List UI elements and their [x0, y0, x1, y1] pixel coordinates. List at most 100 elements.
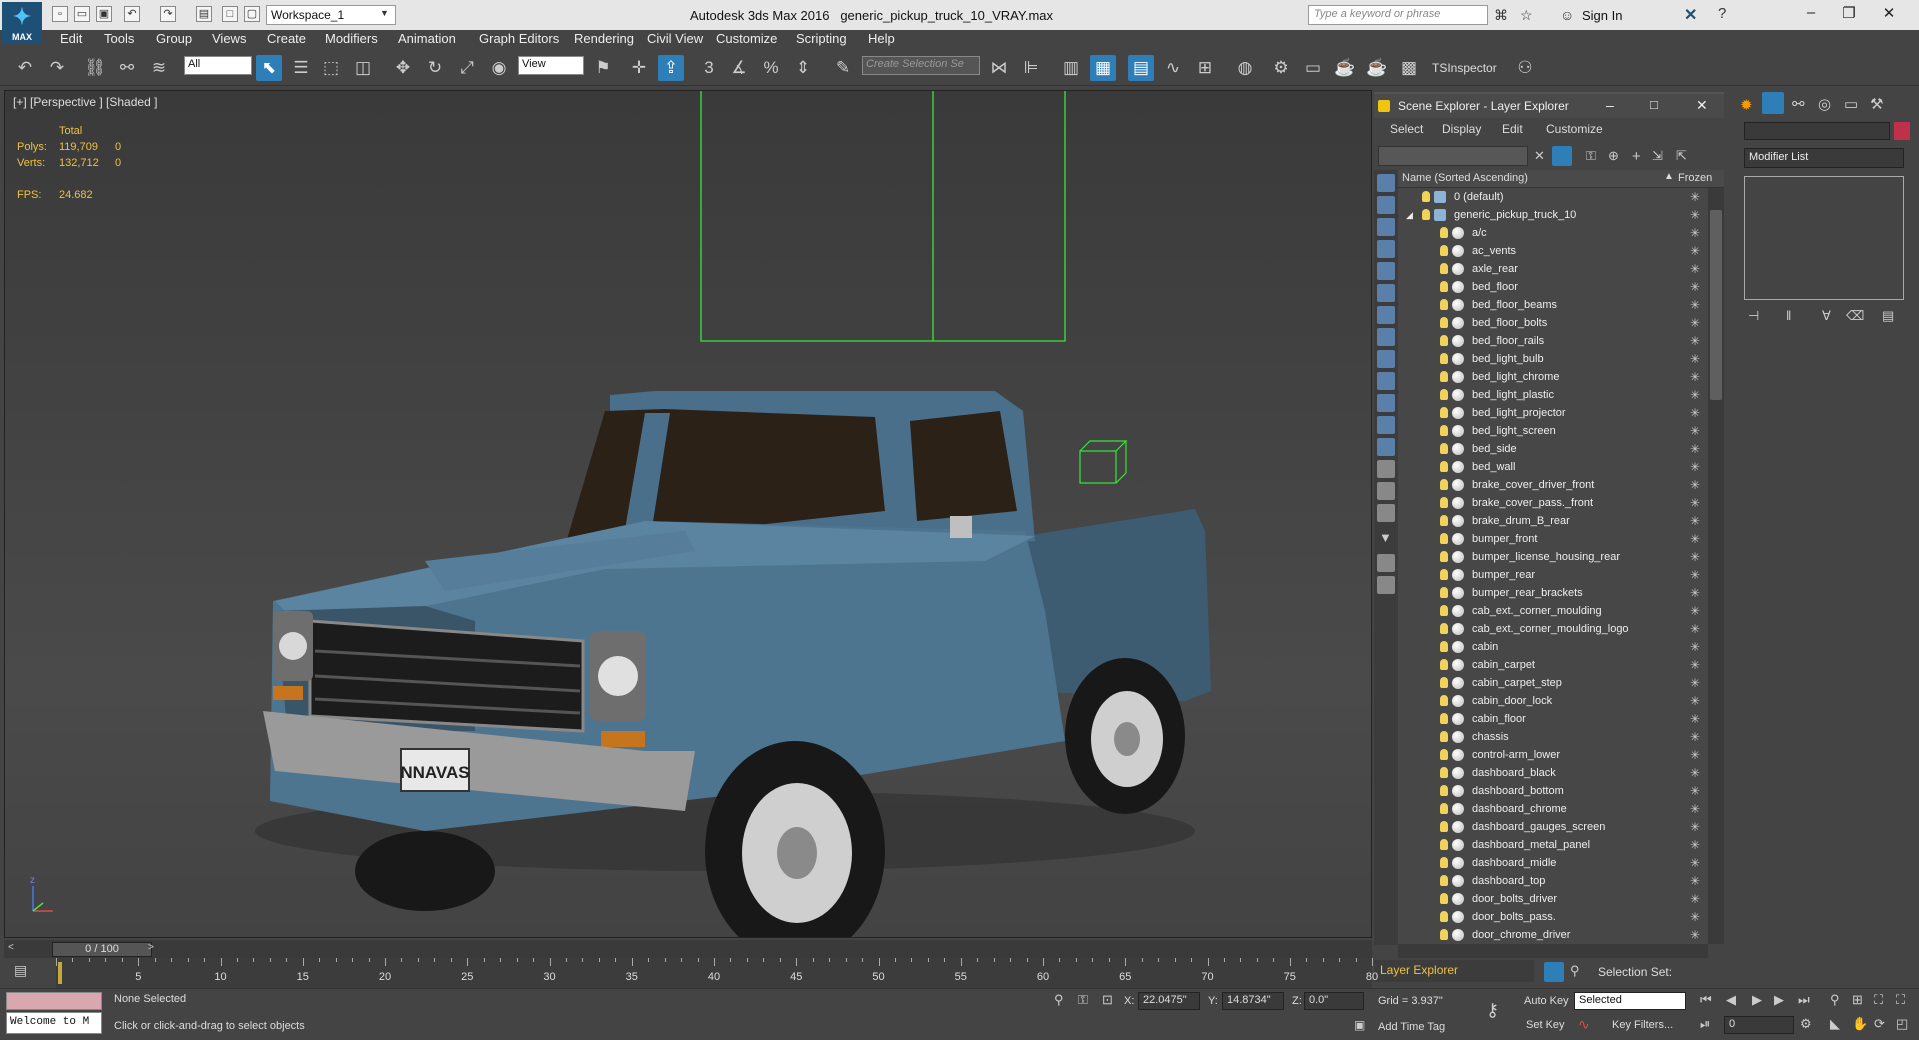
expand-toggle-icon[interactable]: ◢ [1406, 206, 1413, 224]
visibility-bulb-icon[interactable] [1440, 695, 1448, 706]
time-config-icon[interactable]: ⚙ [1800, 1016, 1812, 1032]
se-column-header[interactable]: Name (Sorted Ascending) ▲ Frozen [1398, 170, 1724, 188]
frozen-snowflake-icon[interactable]: ✳ [1690, 458, 1700, 476]
frozen-snowflake-icon[interactable]: ✳ [1690, 800, 1700, 818]
frozen-snowflake-icon[interactable]: ✳ [1690, 188, 1700, 206]
menu-tools[interactable]: Tools [104, 31, 134, 46]
frozen-snowflake-icon[interactable]: ✳ [1690, 566, 1700, 584]
set-key-button[interactable]: Set Key [1526, 1019, 1565, 1031]
object-row[interactable]: cabin_carpet_step ✳ [1398, 674, 1708, 692]
frozen-snowflake-icon[interactable]: ✳ [1690, 350, 1700, 368]
layer-row[interactable]: generic_pickup_truck_10 ✳ ◢ [1398, 206, 1708, 224]
hierarchy-tab-icon[interactable]: ⚯ [1792, 95, 1805, 113]
curve-editor-icon[interactable]: ∿ [1160, 55, 1186, 81]
visibility-bulb-icon[interactable] [1440, 713, 1448, 724]
object-color-swatch[interactable] [1894, 122, 1910, 140]
frozen-snowflake-icon[interactable]: ✳ [1690, 854, 1700, 872]
redo-icon[interactable]: ↷ [44, 55, 70, 81]
sync-selection-icon[interactable] [1377, 554, 1395, 572]
rendered-frame-icon[interactable]: ▭ [1300, 55, 1326, 81]
set-key-curve-icon[interactable]: ∿ [1578, 1016, 1590, 1033]
object-row[interactable]: bed_floor ✳ [1398, 278, 1708, 296]
visibility-bulb-icon[interactable] [1440, 317, 1448, 328]
material-editor-icon[interactable]: ◍ [1232, 55, 1258, 81]
frozen-snowflake-icon[interactable]: ✳ [1690, 224, 1700, 242]
scene-explorer-list[interactable]: 0 (default) ✳ generic_pickup_truck_10 ✳ ◢ a/c… [1398, 188, 1708, 944]
frozen-snowflake-icon[interactable]: ✳ [1690, 674, 1700, 692]
add-to-layer-icon[interactable]: ⇲ [1652, 148, 1663, 164]
object-row[interactable]: bed_light_screen ✳ [1398, 422, 1708, 440]
bind-space-warp-icon[interactable]: ≋ [146, 55, 172, 81]
field-of-view-icon[interactable]: ◣ [1830, 1016, 1840, 1032]
visibility-bulb-icon[interactable] [1440, 839, 1448, 850]
filter-toggle-icon[interactable] [1552, 146, 1572, 166]
keyboard-shortcut-icon[interactable]: ⇪ [658, 55, 684, 81]
zoom-all-icon[interactable]: ⊞ [1852, 992, 1863, 1008]
prev-frame-icon[interactable]: < [8, 942, 14, 953]
render-activeshade-icon[interactable]: ▩ [1396, 55, 1422, 81]
object-row[interactable]: dashboard_top ✳ [1398, 872, 1708, 890]
display-hidden-icon[interactable] [1377, 416, 1395, 434]
frozen-snowflake-icon[interactable]: ✳ [1690, 872, 1700, 890]
window-crossing-icon[interactable]: ◫ [350, 55, 376, 81]
frozen-snowflake-icon[interactable]: ✳ [1690, 692, 1700, 710]
se-horizontal-scrollbar[interactable] [1398, 944, 1708, 958]
object-row[interactable]: door_chrome_driver ✳ [1398, 926, 1708, 944]
render-production-icon[interactable]: ☕ [1332, 55, 1358, 81]
se-menu-select[interactable]: Select [1390, 122, 1423, 136]
visibility-bulb-icon[interactable] [1440, 281, 1448, 292]
tsinspector-label[interactable]: TSInspector [1432, 61, 1497, 75]
visibility-bulb-icon[interactable] [1440, 389, 1448, 400]
scale-icon[interactable]: ⤢ [454, 55, 480, 81]
frozen-snowflake-icon[interactable]: ✳ [1690, 296, 1700, 314]
visibility-bulb-icon[interactable] [1422, 209, 1430, 220]
mirror-icon[interactable]: ⋈ [986, 55, 1012, 81]
frozen-snowflake-icon[interactable]: ✳ [1690, 728, 1700, 746]
frozen-snowflake-icon[interactable]: ✳ [1690, 746, 1700, 764]
maxscript-listener-pink[interactable] [6, 992, 102, 1010]
display-groups-icon[interactable] [1377, 306, 1395, 324]
menu-civil-view[interactable]: Civil View [647, 31, 703, 46]
menu-edit[interactable]: Edit [60, 31, 82, 46]
rect-selection-icon[interactable]: ⬚ [318, 55, 344, 81]
key-filters-button[interactable]: Key Filters... [1612, 1019, 1673, 1031]
object-row[interactable]: bed_floor_rails ✳ [1398, 332, 1708, 350]
col-name-header[interactable]: Name (Sorted Ascending) [1402, 172, 1528, 184]
object-row[interactable]: bumper_rear ✳ [1398, 566, 1708, 584]
visibility-bulb-icon[interactable] [1440, 407, 1448, 418]
object-row[interactable]: door_bolts_driver ✳ [1398, 890, 1708, 908]
explorer-select[interactable]: Layer Explorer [1374, 960, 1534, 982]
minimize-button[interactable]: – [1796, 4, 1826, 24]
layer-explorer-toggle-icon[interactable] [1544, 962, 1564, 982]
close-icon[interactable]: ✕ [1696, 97, 1708, 114]
orbit-icon[interactable]: ⟳ [1874, 1016, 1885, 1032]
helper-cube-small[interactable] [1079, 440, 1128, 484]
frozen-snowflake-icon[interactable]: ✳ [1690, 476, 1700, 494]
frozen-snowflake-icon[interactable]: ✳ [1690, 422, 1700, 440]
add-time-tag-icon[interactable]: ▣ [1354, 1018, 1365, 1032]
selection-set-input[interactable]: Create Selection Se [862, 56, 980, 75]
plugin-icon[interactable]: ⚇ [1512, 55, 1538, 81]
visibility-bulb-icon[interactable] [1440, 515, 1448, 526]
project-icon[interactable]: ▤ [196, 6, 212, 22]
save-icon[interactable]: ▣ [96, 6, 112, 22]
show-end-result-icon[interactable]: ‖ [1786, 308, 1791, 323]
display-helpers-icon[interactable] [1377, 262, 1395, 280]
frozen-snowflake-icon[interactable]: ✳ [1690, 818, 1700, 836]
frozen-snowflake-icon[interactable]: ✳ [1690, 512, 1700, 530]
next-key-icon[interactable]: ▶ [1774, 992, 1784, 1008]
object-row[interactable]: brake_drum_B_rear ✳ [1398, 512, 1708, 530]
current-frame-marker[interactable] [58, 962, 62, 984]
col-frozen-header[interactable]: Frozen [1678, 172, 1712, 184]
link-icon[interactable]: ⛓ [82, 55, 108, 81]
visibility-bulb-icon[interactable] [1440, 479, 1448, 490]
visibility-bulb-icon[interactable] [1440, 353, 1448, 364]
z-coord-field[interactable]: 0.0" [1304, 992, 1364, 1010]
hierarchy-icon[interactable]: ⚲ [1570, 963, 1580, 979]
spinner-snap-icon[interactable]: ⇕ [790, 55, 816, 81]
key-mode-select[interactable]: Selected [1574, 992, 1686, 1010]
visibility-bulb-icon[interactable] [1440, 461, 1448, 472]
frozen-snowflake-icon[interactable]: ✳ [1690, 404, 1700, 422]
maximize-button[interactable]: ❐ [1834, 4, 1864, 24]
object-row[interactable]: control-arm_lower ✳ [1398, 746, 1708, 764]
